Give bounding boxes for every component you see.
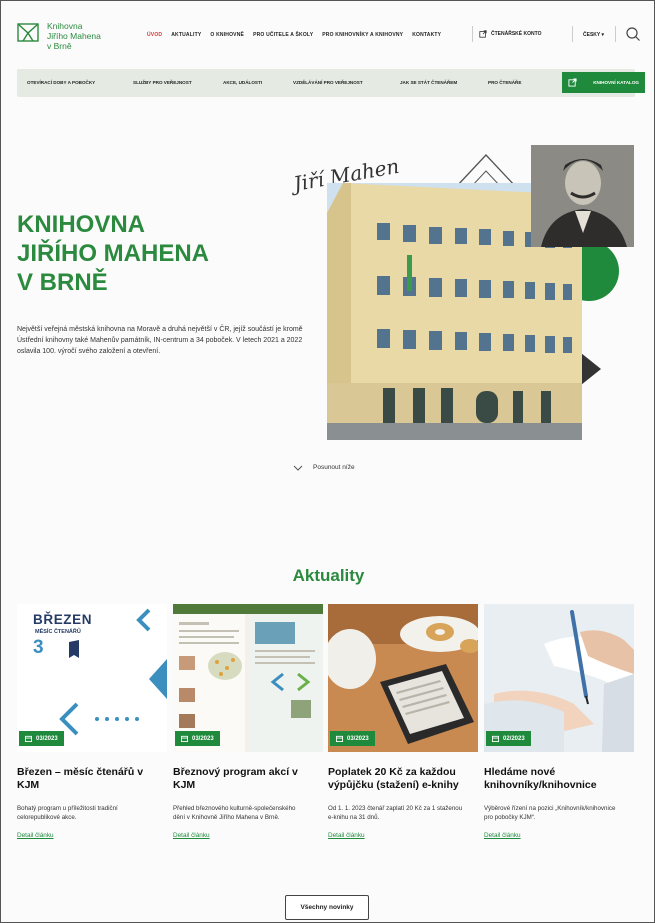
hiring-photo [484,604,634,752]
nav-divider [472,26,473,42]
logo[interactable]: Knihovna Jiřího Mahena v Brně [17,21,137,57]
nav-divider [615,26,616,42]
date-text: 03/2023 [347,735,369,742]
card-title[interactable]: Hledáme nové knihovníky/knihovnice [484,766,634,792]
news-card[interactable]: 02/2023 Hledáme nové knihovníky/knihovni… [484,604,634,839]
header: Knihovna Jiřího Mahena v Brně ÚVOD AKTUA… [17,21,640,57]
search-icon[interactable] [625,26,641,42]
date-badge: 03/2023 [330,731,375,746]
date-text: 03/2023 [192,735,214,742]
card-image: 03/2023 [173,604,323,752]
card-title[interactable]: Březnový program akcí v KJM [173,766,323,792]
subnav-item-jak-se-stat-ctenarem[interactable]: JAK SE STÁT ČTENÁŘEM [400,80,457,85]
nav-item-uvod[interactable]: ÚVOD [147,32,162,38]
subnav-item-pro-ctenare[interactable]: PRO ČTENÁŘE [488,80,521,85]
logo-line: Knihovna [47,21,83,31]
main-nav: ÚVOD AKTUALITY O KNIHOVNĚ PRO UČITELE A … [147,32,441,38]
card-image: BŘEZEN MĚSÍC ČTENÁŘŮ 3 03/2023 [17,604,167,752]
card-detail-link[interactable]: Detail článku [173,832,323,839]
subnav-item-akce[interactable]: AKCE, UDÁLOSTI [223,80,262,85]
date-text: 03/2023 [36,735,58,742]
card-image: 02/2023 [484,604,634,752]
language-select[interactable]: ČESKY ▾ [583,32,604,38]
calendar-icon [336,735,343,742]
catalog-label: KNIHOVNÍ KATALOG [593,80,639,85]
hero-title: KNIHOVNA JIŘÍHO MAHENA V BRNĚ [17,210,277,297]
card-text: Bohatý program u příležitosti tradiční c… [17,805,118,821]
card-detail-link[interactable]: Detail článku [484,832,634,839]
date-badge: 03/2023 [175,731,220,746]
logo-line: Jiřího Mahena [47,31,101,41]
card-text: Od 1. 1. 2023 čtenář zaplatí 20 Kč za 1 … [328,805,463,821]
hero-image-collage: Jiří Mahen [291,145,634,440]
nav-item-pro-ucitele[interactable]: PRO UČITELE A ŠKOLY [253,32,313,38]
calendar-icon [25,735,32,742]
card-detail-link[interactable]: Detail článku [328,832,478,839]
hero-title-line: KNIHOVNA [17,211,146,238]
catalog-button[interactable]: KNIHOVNÍ KATALOG [562,72,645,93]
news-card[interactable]: BŘEZEN MĚSÍC ČTENÁŘŮ 3 03/2023 Březen – … [17,604,167,839]
news-card[interactable]: 03/2023 Březnový program akcí v KJM Přeh… [173,604,323,839]
scroll-down-link[interactable]: Posunout níže [293,464,355,471]
hero-title-line: JIŘÍHO MAHENA [17,240,210,267]
subnav-item-oteviraci-doby[interactable]: OTEVÍRACÍ DOBY A POBOČKY [27,80,95,85]
all-news-button[interactable]: Všechny novinky [285,895,369,920]
portrait-photo [531,145,634,247]
nav-item-kontakty[interactable]: KONTAKTY [412,32,441,38]
card-text: Přehled březnového kulturně-společenskéh… [173,805,296,821]
nav-item-pro-knihovniky[interactable]: PRO KNIHOVNÍKY A KNIHOVNY [322,32,403,38]
chevron-down-icon [293,465,303,471]
card-image: 03/2023 [328,604,478,752]
logo-text: Knihovna Jiřího Mahena v Brně [47,21,101,51]
program-poster-graphic [173,604,323,752]
subnav-item-vzdelavani[interactable]: VZDĚLÁVÁNÍ PRO VEŘEJNOST [293,80,363,85]
card-detail-link[interactable]: Detail článku [17,832,167,839]
account-link[interactable]: ČTENÁŘSKÉ KONTO [479,30,541,38]
scroll-down-label: Posunout níže [313,464,355,471]
card-text: Výběrové řízení na pozici „Knihovník/kni… [484,805,616,821]
date-badge: 02/2023 [486,731,531,746]
secondary-nav: OTEVÍRACÍ DOBY A POBOČKY SLUŽBY PRO VEŘE… [17,69,645,97]
account-label: ČTENÁŘSKÉ KONTO [491,31,542,37]
date-text: 02/2023 [503,735,525,742]
external-link-icon [479,30,487,38]
logo-line: v Brně [47,41,72,51]
nav-item-aktuality[interactable]: AKTUALITY [171,32,201,38]
calendar-icon [492,735,499,742]
news-card[interactable]: 03/2023 Poplatek 20 Kč za každou výpůjčk… [328,604,478,839]
external-link-icon [568,78,577,87]
promo-graphic [48,608,167,736]
date-badge: 03/2023 [19,731,64,746]
calendar-icon [181,735,188,742]
page: Knihovna Jiřího Mahena v Brně ÚVOD AKTUA… [0,0,655,923]
library-logo-icon [17,23,39,42]
hero-description: Největší veřejná městská knihovna na Mor… [17,326,303,355]
nav-divider [572,26,573,42]
subnav-item-sluzby[interactable]: SLUŽBY PRO VEŘEJNOST [133,80,192,85]
hero-title-line: V BRNĚ [17,269,108,296]
nav-item-o-knihovne[interactable]: O KNIHOVNĚ [210,32,244,38]
card-title[interactable]: Poplatek 20 Kč za každou výpůjčku (staže… [328,766,478,792]
news-heading: Aktuality [292,566,365,585]
card-title[interactable]: Březen – měsíc čtenářů v KJM [17,766,167,792]
ereader-photo [328,604,478,752]
